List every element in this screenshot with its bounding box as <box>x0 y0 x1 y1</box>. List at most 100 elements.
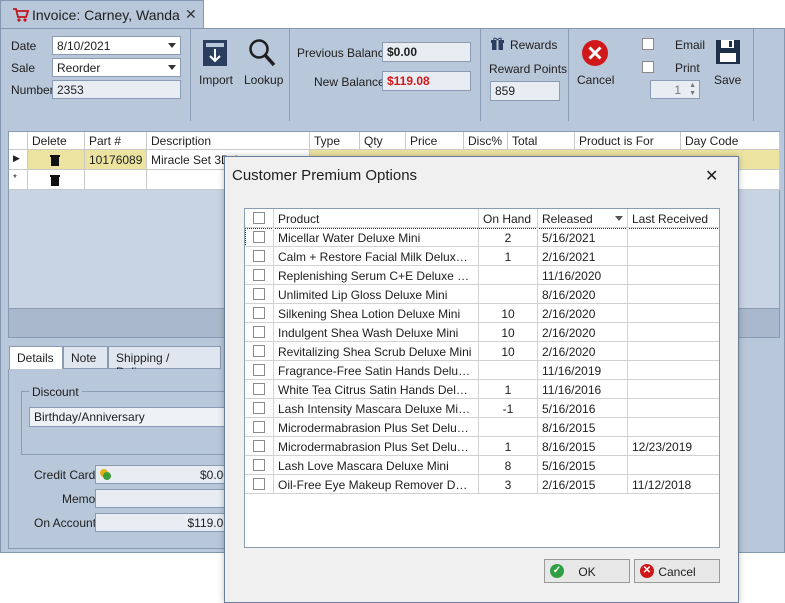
table-row[interactable]: Replenishing Serum C+E Deluxe Mini 11/16/… <box>245 266 719 285</box>
row-checkbox[interactable] <box>253 307 265 319</box>
save-button[interactable]: Save <box>711 35 747 91</box>
select-all-checkbox[interactable] <box>253 212 265 224</box>
invoice-tab[interactable]: Invoice: Carney, Wanda ✕ <box>0 0 204 28</box>
column-header[interactable]: Price <box>406 132 464 150</box>
cancel-invoice-button[interactable]: Cancel <box>574 35 616 91</box>
row-select-cell[interactable] <box>245 456 274 475</box>
column-header[interactable]: Disc% <box>464 132 508 150</box>
email-checkbox[interactable] <box>642 38 654 50</box>
column-header[interactable]: Type <box>310 132 360 150</box>
row-checkbox[interactable] <box>253 250 265 262</box>
part-number-cell[interactable] <box>85 170 147 190</box>
part-number-cell[interactable]: 10176089 <box>85 150 147 170</box>
row-select-cell[interactable] <box>245 380 274 399</box>
column-header[interactable]: Part # <box>85 132 147 150</box>
column-header[interactable]: Total <box>508 132 575 150</box>
table-row[interactable]: Revitalizing Shea Scrub Deluxe Mini 10 2/1… <box>245 342 719 361</box>
table-row[interactable]: Microdermabrasion Plus Set Deluxe Mini 1 8… <box>245 437 719 456</box>
credit-card-field[interactable]: $0.00 <box>95 465 235 484</box>
chevron-down-icon[interactable] <box>168 65 176 70</box>
row-checkbox[interactable] <box>253 421 265 433</box>
close-tab-icon[interactable]: ✕ <box>185 6 197 23</box>
column-header-on-hand[interactable]: On Hand <box>479 209 538 228</box>
select-all-header[interactable] <box>245 209 274 228</box>
table-row[interactable]: Microdermabrasion Plus Set Deluxe Mini 8/… <box>245 418 719 437</box>
column-header-released[interactable]: Released <box>538 209 628 228</box>
rewards-button[interactable]: Rewards <box>489 35 559 55</box>
row-select-cell[interactable] <box>245 342 274 361</box>
table-row[interactable]: Calm + Restore Facial Milk Deluxe Mini 1 2… <box>245 247 719 266</box>
product-cell: Silkening Shea Lotion Deluxe Mini <box>274 304 479 323</box>
column-header[interactable]: Product is For <box>575 132 681 150</box>
row-checkbox[interactable] <box>253 440 265 452</box>
row-select-cell[interactable] <box>245 304 274 323</box>
chevron-up-icon[interactable]: ▲ <box>689 82 696 89</box>
row-checkbox[interactable] <box>253 364 265 376</box>
copies-stepper[interactable]: 1 ▲ ▼ <box>650 80 700 99</box>
tab-details[interactable]: Details <box>9 346 63 370</box>
table-row[interactable]: White Tea Citrus Satin Hands Deluxe M...… <box>245 380 719 399</box>
row-select-cell[interactable] <box>245 323 274 342</box>
memo-field[interactable] <box>95 489 235 508</box>
tab-shipping-delivery[interactable]: Shipping / Delivery <box>108 346 221 379</box>
column-header-last-received[interactable]: Last Received <box>628 209 719 228</box>
row-checkbox[interactable] <box>253 231 265 243</box>
row-checkbox[interactable] <box>253 478 265 490</box>
table-row[interactable]: Lash Love Mascara Deluxe Mini 8 5/16/2015 <box>245 456 719 475</box>
chevron-down-icon[interactable]: ▼ <box>689 90 696 97</box>
on-hand-cell: -1 <box>479 399 538 418</box>
column-header[interactable]: Description <box>147 132 310 150</box>
discount-select[interactable]: Birthday/Anniversary <box>29 407 239 427</box>
gift-icon <box>491 37 504 50</box>
row-select-cell[interactable] <box>245 228 274 247</box>
date-picker[interactable]: 8/10/2021 <box>52 36 181 55</box>
lookup-button[interactable]: Lookup <box>241 35 283 91</box>
column-header[interactable]: Day Code <box>681 132 780 150</box>
row-select-cell[interactable] <box>245 285 274 304</box>
row-checkbox[interactable] <box>253 269 265 281</box>
table-row[interactable]: Indulgent Shea Wash Deluxe Mini 10 2/16/20… <box>245 323 719 342</box>
row-select-cell[interactable] <box>245 475 274 494</box>
row-select-cell[interactable] <box>245 361 274 380</box>
number-field[interactable]: 2353 <box>52 80 181 99</box>
row-checkbox[interactable] <box>253 459 265 471</box>
row-select-cell[interactable] <box>245 437 274 456</box>
import-button[interactable]: Import <box>197 35 235 91</box>
close-icon[interactable]: ✕ <box>705 166 718 186</box>
table-row[interactable]: Micellar Water Deluxe Mini 2 5/16/2021 <box>245 228 719 247</box>
row-checkbox[interactable] <box>253 383 265 395</box>
table-row[interactable]: Silkening Shea Lotion Deluxe Mini 10 2/16/… <box>245 304 719 323</box>
table-row[interactable]: Lash Intensity Mascara Deluxe Mini Black… <box>245 399 719 418</box>
row-checkbox[interactable] <box>253 345 265 357</box>
product-cell: Unlimited Lip Gloss Deluxe Mini <box>274 285 479 304</box>
product-cell: Lash Intensity Mascara Deluxe Mini Black <box>274 399 479 418</box>
table-row[interactable]: Oil-Free Eye Makeup Remover Deluxe ... 3 2… <box>245 475 719 494</box>
chevron-down-icon[interactable] <box>168 43 176 48</box>
row-select-cell[interactable] <box>245 418 274 437</box>
on-hand-cell <box>479 266 538 285</box>
sale-select[interactable]: Reorder <box>52 58 181 77</box>
row-checkbox[interactable] <box>253 326 265 338</box>
column-header-product[interactable]: Product <box>274 209 479 228</box>
column-header[interactable]: Qty <box>360 132 406 150</box>
column-header[interactable]: Delete <box>28 132 85 150</box>
row-checkbox[interactable] <box>253 402 265 414</box>
number-label: Number <box>11 83 54 97</box>
customer-premium-options-dialog: Customer Premium Options ✕ Product On Ha… <box>224 156 739 603</box>
row-select-cell[interactable] <box>245 247 274 266</box>
print-checkbox[interactable] <box>642 61 654 73</box>
released-cell: 8/16/2015 <box>538 437 628 456</box>
table-row[interactable]: Unlimited Lip Gloss Deluxe Mini 8/16/2020 <box>245 285 719 304</box>
row-select-cell[interactable] <box>245 399 274 418</box>
ok-button[interactable]: ✓ OK <box>544 559 630 583</box>
row-select-cell[interactable] <box>245 266 274 285</box>
product-cell: Calm + Restore Facial Milk Deluxe Mini <box>274 247 479 266</box>
delete-row-button[interactable] <box>28 150 85 170</box>
cancel-button[interactable]: ✕ Cancel <box>634 559 720 583</box>
table-row[interactable]: Fragrance-Free Satin Hands Deluxe Mini 11… <box>245 361 719 380</box>
delete-row-button[interactable] <box>28 170 85 190</box>
tab-note[interactable]: Note <box>63 346 108 369</box>
previous-balance-label: Previous Balance <box>297 46 391 60</box>
last-received-cell <box>628 285 719 304</box>
row-checkbox[interactable] <box>253 288 265 300</box>
